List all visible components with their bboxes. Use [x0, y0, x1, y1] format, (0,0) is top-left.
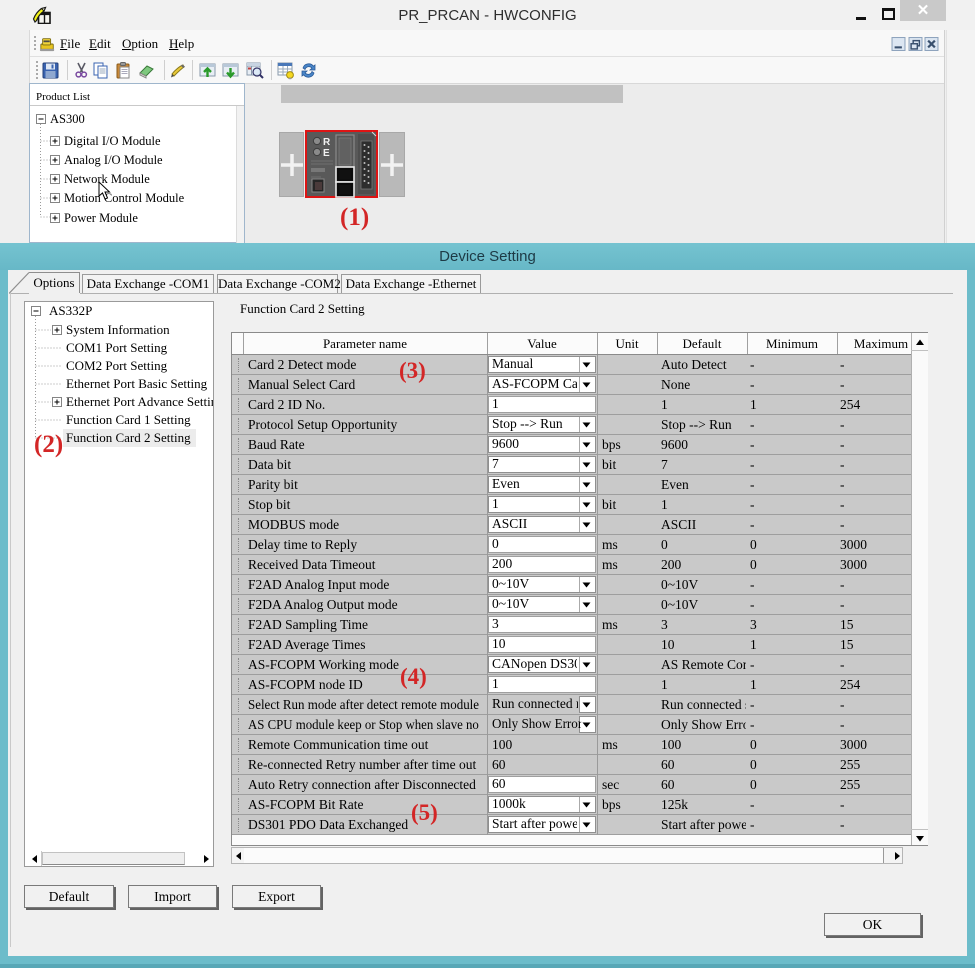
svg-text:R: R [323, 137, 331, 148]
svg-text:E: E [323, 148, 330, 159]
